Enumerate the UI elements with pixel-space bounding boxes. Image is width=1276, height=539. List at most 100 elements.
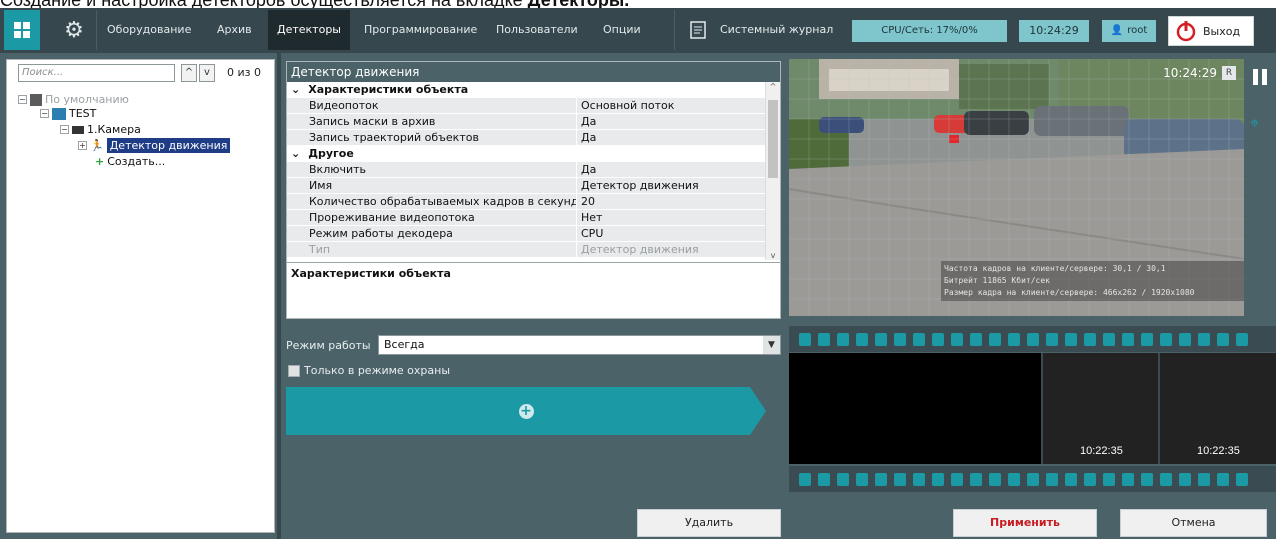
video-preview[interactable]: 10:24:29 R Частота кадров на клиенте/серв… (789, 59, 1244, 316)
property-grid: ⌄ Характеристики объекта Видеопоток Основн… (287, 82, 767, 260)
property-row[interactable]: Прореживание видеопотока Нет (287, 210, 767, 226)
property-value[interactable]: Детектор движения (577, 178, 767, 193)
property-row-readonly: Тип Детектор движения (287, 242, 767, 258)
tab-options[interactable]: Опции (594, 10, 650, 50)
property-row[interactable]: Режим работы декодера CPU (287, 226, 767, 242)
property-row[interactable]: Включить Да (287, 162, 767, 178)
plus-icon: + (95, 155, 105, 168)
tab-archive[interactable]: Архив (208, 10, 261, 50)
collapse-icon[interactable]: − (60, 125, 69, 134)
property-value[interactable]: Нет (577, 210, 767, 225)
property-key: Имя (287, 178, 577, 193)
property-value[interactable]: Да (577, 162, 767, 177)
tab-equipment[interactable]: Оборудование (98, 10, 200, 50)
property-value[interactable]: Да (577, 130, 767, 145)
frame-preview-area[interactable]: 10:22:35 10:22:35 (789, 353, 1276, 464)
tree-label: По умолчанию (45, 93, 129, 106)
apply-button[interactable]: Применить (953, 509, 1097, 537)
dropdown-arrow-icon[interactable]: ▼ (763, 336, 780, 354)
server-group-icon (52, 107, 66, 120)
guard-mode-label: Только в режиме охраны (304, 364, 451, 377)
caption-main: Создание и настройка детекторов осуществ… (0, 0, 528, 8)
tree-item-motion-detector[interactable]: + 🏃 Детектор движения (78, 138, 231, 153)
search-next-button[interactable]: v (199, 64, 215, 82)
add-circle-icon: + (518, 402, 534, 419)
property-key: Включить (287, 162, 577, 177)
video-timestamp: 10:24:29 R (1163, 66, 1236, 80)
pause-icon[interactable] (1253, 69, 1267, 85)
chevron-down-icon[interactable]: ⌄ (291, 146, 300, 162)
group-other[interactable]: ⌄ Другое (287, 146, 767, 162)
property-row[interactable]: Запись траекторий объектов Да (287, 130, 767, 146)
property-key: Прореживание видеопотока (287, 210, 577, 225)
tree-item-default[interactable]: − По умолчанию (18, 92, 129, 107)
user-badge[interactable]: 👤 root (1102, 20, 1156, 42)
scroll-down-icon[interactable]: v (766, 251, 780, 260)
tab-divider (674, 10, 675, 50)
tree-item-create[interactable]: + Создать... (95, 154, 165, 169)
tree-label-selected: Детектор движения (106, 138, 231, 153)
video-time: 10:24:29 (1163, 66, 1217, 80)
frame-time: 10:22:35 (1197, 445, 1240, 457)
windows-button[interactable] (4, 10, 40, 50)
add-schedule-button[interactable]: + (286, 387, 766, 435)
search-input[interactable]: Поиск... (18, 64, 175, 82)
tab-detectors[interactable]: Детекторы (268, 10, 350, 50)
collapse-icon[interactable]: − (18, 95, 27, 104)
guard-mode-option[interactable]: Только в режиме охраны (288, 364, 450, 377)
property-value[interactable]: CPU (577, 226, 767, 241)
video-side-toolbar (1246, 59, 1276, 316)
property-row[interactable]: Видеопоток Основной поток (287, 98, 767, 114)
main-area: Поиск... ^ v 0 из 0 − По умолчанию − TES… (0, 53, 1276, 539)
chevron-down-icon[interactable]: ⌄ (291, 82, 300, 98)
stream-stats: Частота кадров на клиенте/сервере: 30,1 … (941, 261, 1244, 301)
filmstrip-top (789, 326, 1276, 352)
exit-label: Выход (1203, 24, 1241, 38)
group-object-features[interactable]: ⌄ Характеристики объекта (287, 82, 767, 98)
property-key: Видеопоток (287, 98, 577, 113)
properties-title: Детектор движения (287, 62, 780, 82)
property-value: Детектор движения (577, 242, 767, 257)
server-icon (30, 93, 42, 106)
journal-icon[interactable] (680, 10, 716, 50)
panel-divider[interactable] (277, 53, 281, 539)
tree-label: 1.Камера (87, 123, 141, 136)
tree-label: TEST (69, 107, 97, 120)
property-row[interactable]: Имя Детектор движения (287, 178, 767, 194)
property-key: Количество обрабатываемых кадров в секун… (287, 194, 577, 209)
settings-gear-icon[interactable]: ⚙ (56, 10, 92, 50)
search-prev-button[interactable]: ^ (181, 64, 197, 82)
expand-icon[interactable]: + (78, 141, 87, 150)
cpu-network-status: CPU/Сеть: 17%/0% (852, 20, 1007, 42)
system-journal-link[interactable]: Системный журнал (720, 10, 833, 50)
power-icon (1176, 21, 1196, 42)
property-value[interactable]: Да (577, 114, 767, 129)
top-toolbar: ⚙ Оборудование Архив Детекторы Программи… (0, 8, 1276, 53)
caption-bold: Детекторы. (528, 0, 630, 8)
property-value[interactable]: Основной поток (577, 98, 767, 113)
object-tree-panel: Поиск... ^ v 0 из 0 − По умолчанию − TES… (6, 59, 275, 533)
delete-button[interactable]: Удалить (637, 509, 781, 537)
group-label: Характеристики объекта (308, 83, 469, 96)
clock: 10:24:29 (1019, 20, 1089, 42)
properties-scrollbar[interactable]: ^ v (765, 82, 780, 260)
property-key: Тип (287, 242, 577, 257)
property-value[interactable]: 20 (577, 194, 767, 209)
mode-select[interactable]: Всегда ▼ (378, 335, 781, 355)
tab-programming[interactable]: Программирование (355, 10, 486, 50)
cancel-button[interactable]: Отмена (1120, 509, 1267, 537)
tab-users[interactable]: Пользователи (487, 10, 587, 50)
framesize-stat: Размер кадра на клиенте/сервере: 466x262… (944, 288, 1195, 297)
scrollbar-thumb[interactable] (768, 100, 778, 178)
collapse-icon[interactable]: − (40, 109, 49, 118)
running-man-icon: 🏃 (90, 139, 104, 152)
add-zone-cursor-icon[interactable]: ⌖ (1250, 113, 1272, 137)
exit-button[interactable]: Выход (1168, 16, 1254, 46)
property-row[interactable]: Запись маски в архив Да (287, 114, 767, 130)
scroll-up-icon[interactable]: ^ (766, 82, 780, 91)
guard-mode-checkbox[interactable] (288, 364, 300, 377)
mode-selected-value: Всегда (384, 338, 425, 351)
tree-item-camera[interactable]: − 1.Камера (60, 122, 141, 137)
tree-item-test[interactable]: − TEST (40, 106, 96, 121)
property-row[interactable]: Количество обрабатываемых кадров в секун… (287, 194, 767, 210)
